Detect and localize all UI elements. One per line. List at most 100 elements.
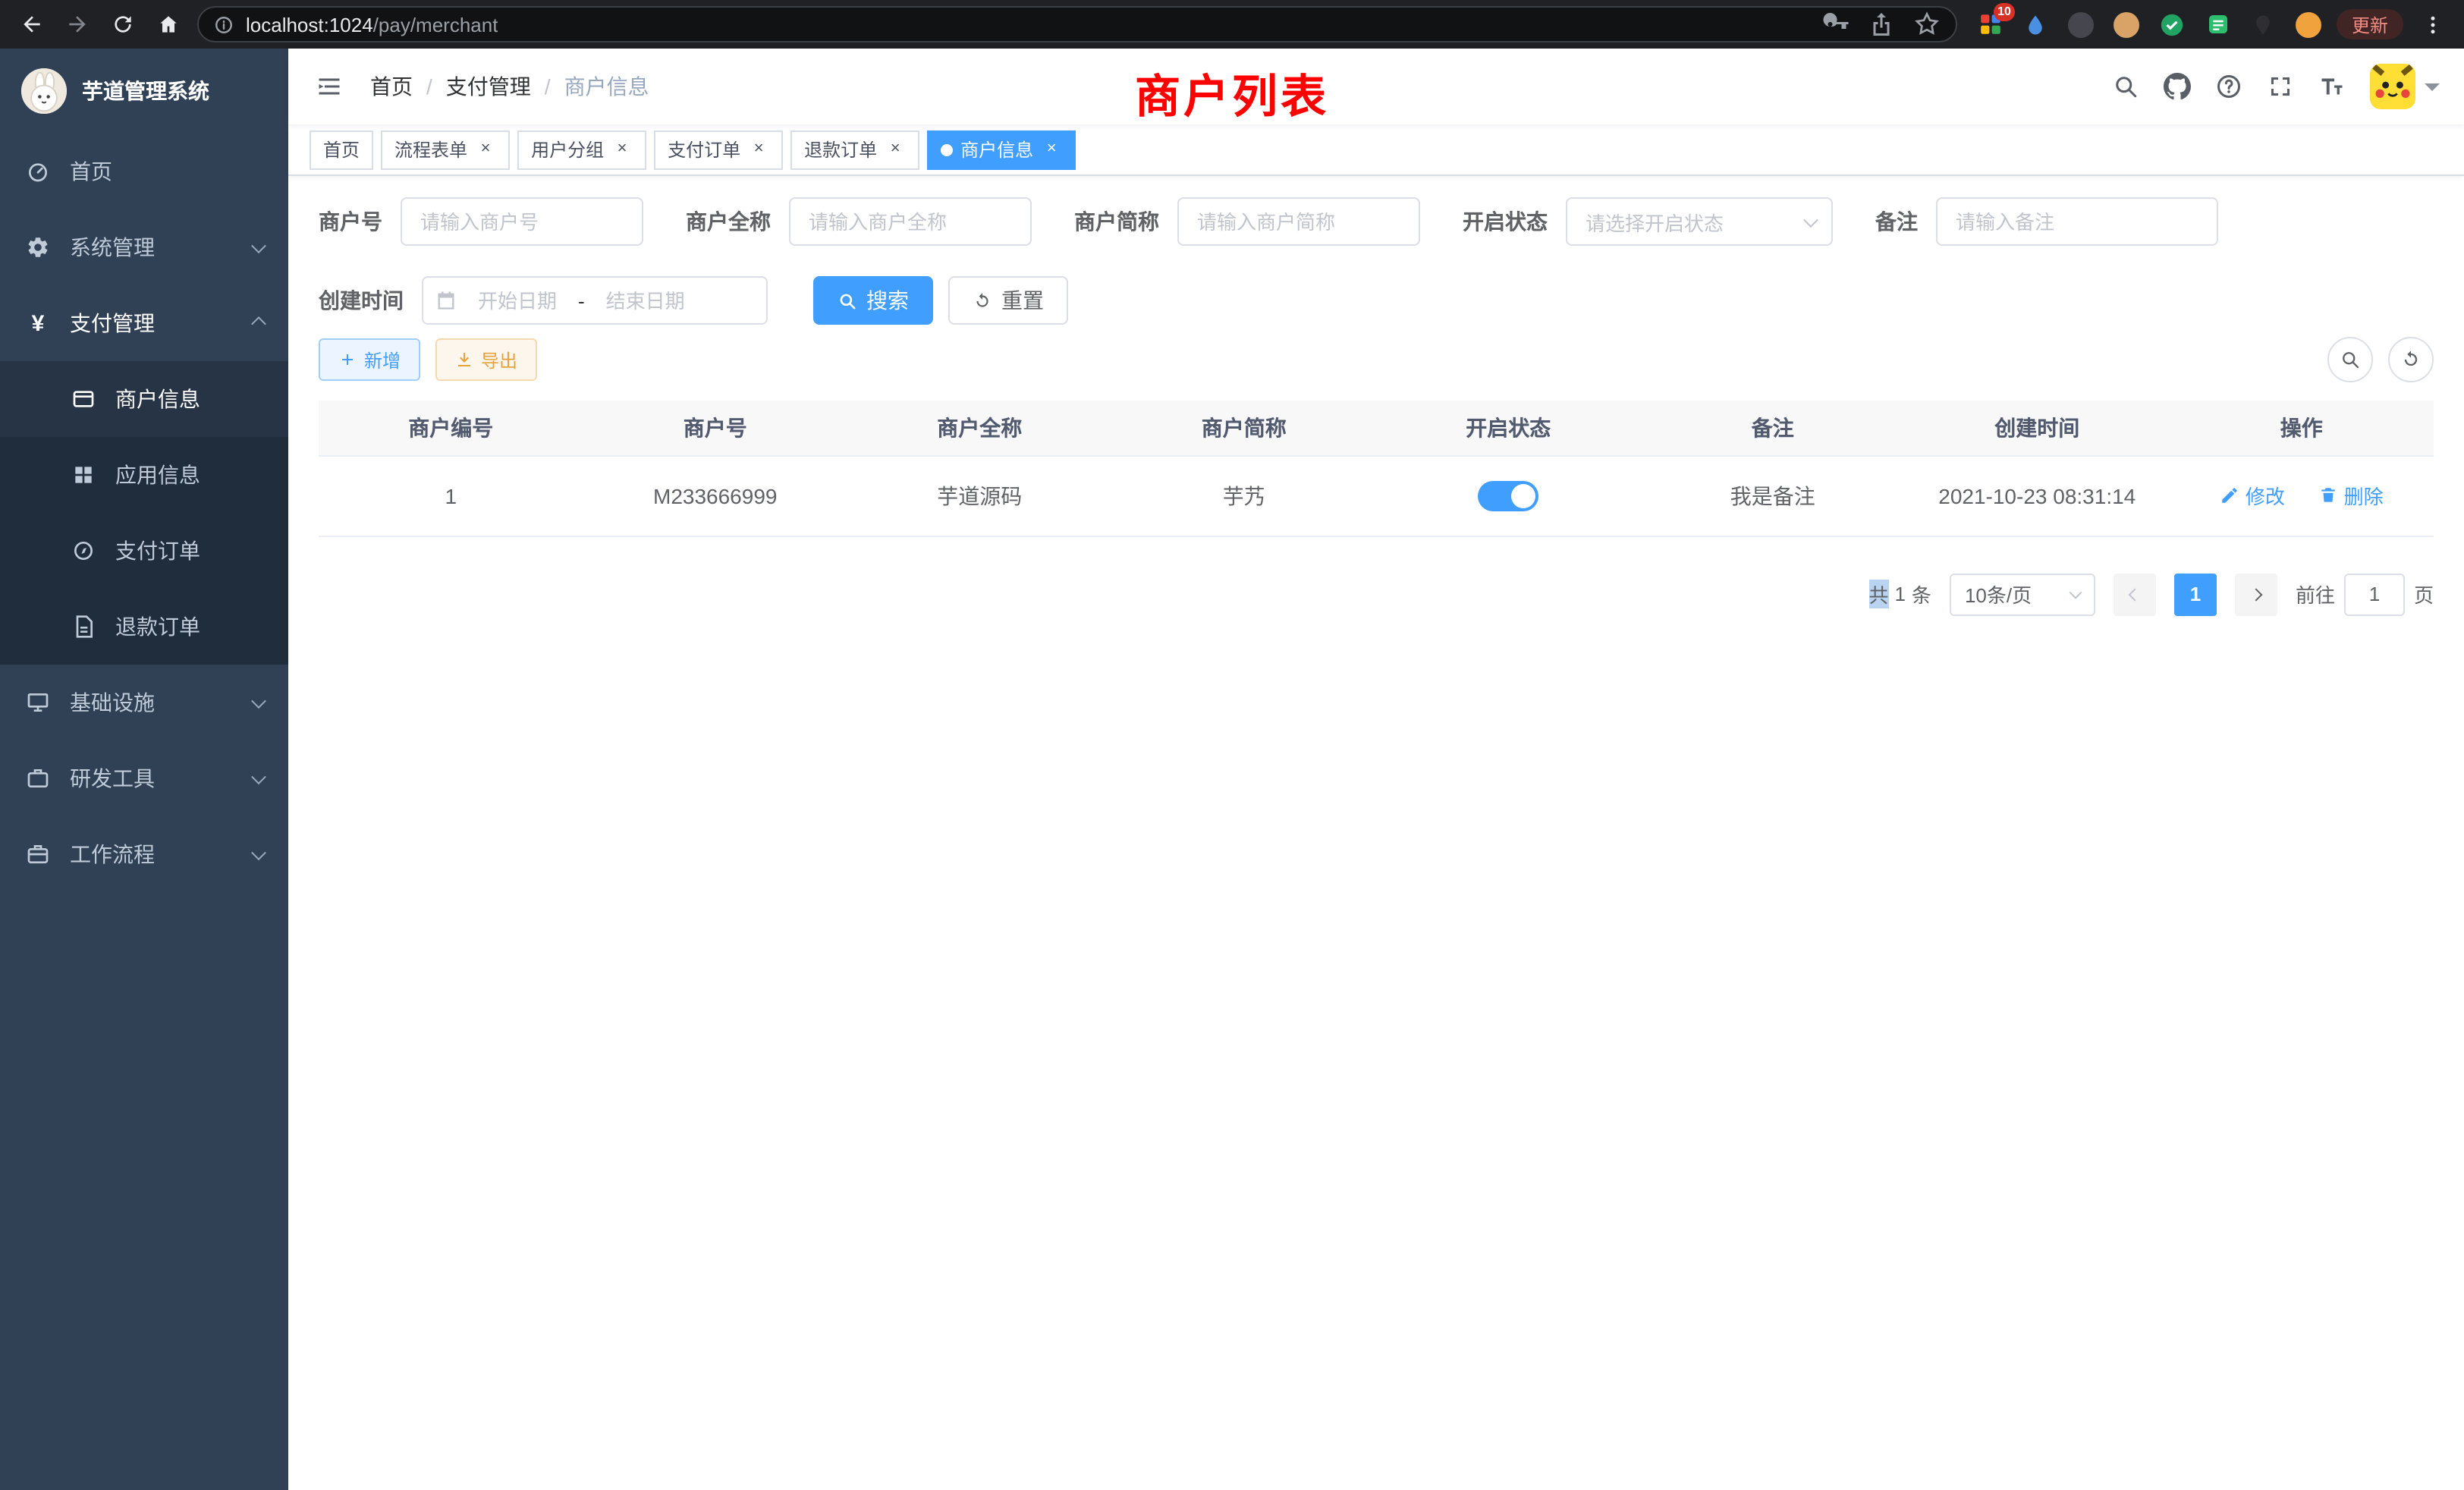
remark-input[interactable] [1936, 197, 2218, 246]
extension-drop-icon[interactable] [2021, 9, 2051, 39]
pagination: 共 1 条 10条/页 1 前 [319, 573, 2434, 615]
user-avatar[interactable] [2370, 64, 2440, 109]
browser-menu-icon[interactable] [2415, 8, 2449, 41]
extension-avatar-icon[interactable] [2112, 9, 2142, 39]
sidebar-item-dev-tools[interactable]: 研发工具 [0, 740, 288, 816]
export-button-label: 导出 [481, 347, 517, 372]
tab-label: 商户信息 [960, 137, 1033, 162]
password-key-icon[interactable] [1822, 11, 1850, 38]
start-date-input[interactable] [463, 289, 572, 312]
full-name-input[interactable] [789, 197, 1032, 246]
tab-pay-order[interactable]: 支付订单 × [654, 130, 783, 169]
tab-merchant-info[interactable]: 商户信息 × [927, 130, 1076, 169]
extension-green-check-icon[interactable] [2158, 9, 2188, 39]
breadcrumb-home[interactable]: 首页 [370, 71, 413, 102]
chevron-left-icon [2128, 588, 2141, 601]
toggle-search-button[interactable] [2327, 337, 2373, 382]
reset-button[interactable]: 重置 [948, 276, 1068, 325]
sidebar-item-payment[interactable]: ¥ 支付管理 [0, 285, 288, 361]
column-header-merchant-no: 商户号 [583, 401, 848, 455]
tab-refund-order[interactable]: 退款订单 × [790, 130, 919, 169]
github-icon[interactable] [2164, 73, 2191, 100]
sidebar-item-home[interactable]: 首页 [0, 134, 288, 209]
next-page-button[interactable] [2235, 573, 2277, 615]
refresh-table-button[interactable] [2388, 337, 2434, 382]
search-button[interactable]: 搜索 [813, 276, 933, 325]
sidebar-item-system[interactable]: 系统管理 [0, 209, 288, 285]
download-icon [455, 350, 473, 369]
reload-icon[interactable] [106, 8, 140, 41]
extension-dark-circle-icon[interactable] [2066, 9, 2097, 39]
goto-suffix: 页 [2414, 580, 2434, 608]
search-icon[interactable] [2112, 73, 2139, 100]
filter-label: 商户简称 [1074, 206, 1159, 237]
sidebar-item-label: 研发工具 [70, 763, 155, 794]
goto-page-input[interactable] [2344, 573, 2405, 615]
merchant-table: 商户编号 商户号 商户全称 商户简称 开启状态 备注 创建时间 操作 1 [319, 401, 2434, 536]
extension-grid-icon[interactable]: 10 [1975, 9, 2006, 39]
extension-orange-avatar-icon[interactable] [2294, 9, 2324, 39]
app-logo[interactable]: 芋道管理系统 [0, 49, 288, 134]
screen: localhost:1024/pay/merchant 10 [0, 0, 2464, 1490]
add-button[interactable]: 新增 [319, 338, 420, 381]
tab-user-group[interactable]: 用户分组 × [517, 130, 646, 169]
extension-pin-icon[interactable] [2249, 9, 2279, 39]
trash-icon [2318, 486, 2338, 505]
fullscreen-icon[interactable] [2267, 73, 2294, 100]
close-icon[interactable]: × [748, 139, 769, 160]
prev-page-button[interactable] [2114, 573, 2156, 615]
sidebar-subitem-refund-order[interactable]: 退款订单 [0, 589, 288, 665]
page-size-select[interactable]: 10条/页 [1950, 573, 2095, 615]
browser-update-button[interactable]: 更新 [2337, 9, 2403, 39]
share-icon[interactable] [1868, 11, 1895, 38]
sidebar-item-label: 工作流程 [70, 839, 155, 869]
tab-label: 退款订单 [804, 137, 877, 162]
close-icon[interactable]: × [475, 139, 496, 160]
chevron-down-icon [2069, 586, 2082, 599]
sidebar-item-label: 退款订单 [115, 611, 200, 642]
extension-note-icon[interactable] [2203, 9, 2233, 39]
page-1-button[interactable]: 1 [2174, 573, 2217, 615]
sidebar-item-infrastructure[interactable]: 基础设施 [0, 665, 288, 740]
app-window: 芋道管理系统 首页 系统管理 ¥ 支付管理 [0, 49, 2464, 1490]
home-icon[interactable] [152, 8, 185, 41]
date-separator: - [578, 289, 585, 312]
filter-label: 创建时间 [319, 285, 404, 316]
address-bar[interactable]: localhost:1024/pay/merchant [197, 6, 1957, 42]
short-name-input[interactable] [1177, 197, 1420, 246]
chevron-up-icon [251, 316, 266, 331]
tab-home[interactable]: 首页 [310, 130, 373, 169]
status-select[interactable]: 请选择开启状态 [1566, 197, 1833, 246]
forward-icon[interactable] [61, 8, 94, 41]
delete-button[interactable]: 删除 [2318, 481, 2384, 510]
close-icon[interactable]: × [1041, 139, 1062, 160]
help-icon[interactable] [2215, 73, 2242, 100]
sidebar-subitem-app-info[interactable]: 应用信息 [0, 437, 288, 513]
export-button[interactable]: 导出 [435, 338, 537, 381]
sidebar-subitem-merchant-info[interactable]: 商户信息 [0, 361, 288, 437]
status-toggle[interactable] [1478, 480, 1538, 511]
breadcrumb-payment[interactable]: 支付管理 [446, 71, 531, 102]
site-info-icon[interactable] [214, 14, 234, 34]
back-icon[interactable] [15, 8, 49, 41]
sidebar-item-label: 支付订单 [115, 536, 200, 566]
goto-page: 前往 页 [2296, 573, 2434, 615]
sidebar-toggle-icon[interactable] [313, 70, 346, 103]
edit-button[interactable]: 修改 [2220, 481, 2285, 510]
end-date-input[interactable] [591, 289, 700, 312]
font-size-icon[interactable] [2318, 73, 2346, 100]
close-icon[interactable]: × [885, 139, 906, 160]
bookmark-star-icon[interactable] [1913, 11, 1941, 38]
date-range-picker[interactable]: - [422, 276, 768, 325]
sidebar-subitem-pay-order[interactable]: 支付订单 [0, 513, 288, 589]
close-icon[interactable]: × [611, 139, 633, 160]
caret-down-icon [2425, 83, 2440, 99]
table-tools [2327, 337, 2434, 382]
sidebar-item-workflow[interactable]: 工作流程 [0, 816, 288, 892]
tab-process-form[interactable]: 流程表单 × [381, 130, 510, 169]
tab-label: 支付订单 [668, 137, 740, 162]
grid-icon [70, 463, 97, 487]
calendar-icon [435, 290, 457, 311]
avatar-image [2370, 64, 2415, 109]
merchant-no-input[interactable] [401, 197, 643, 246]
